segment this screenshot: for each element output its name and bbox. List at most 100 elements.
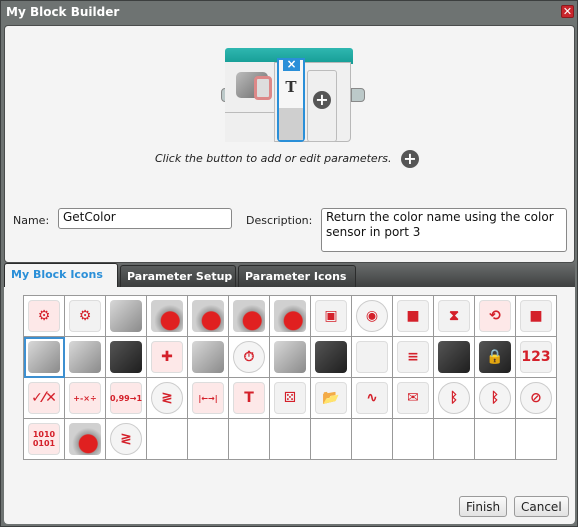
name-input[interactable]: GetColor (58, 208, 232, 229)
icon-cell[interactable]: ᛒ (475, 378, 516, 419)
icon-cell[interactable] (188, 296, 229, 337)
array-icon: 123 (520, 341, 552, 373)
block-preview-panel: × T + Click the button to add or edit pa… (4, 25, 575, 263)
description-input[interactable]: Return the color name using the color se… (321, 208, 567, 252)
display-icon: ▣ (315, 300, 347, 332)
close-icon[interactable]: ✕ (561, 5, 574, 18)
icon-cell[interactable]: ⚙ (24, 296, 65, 337)
icon-cell[interactable]: 123 (516, 337, 557, 378)
icon-cell[interactable] (270, 296, 311, 337)
icon-cell[interactable]: 1010 0101 (24, 419, 65, 460)
icon-cell[interactable]: ⚙ (65, 296, 106, 337)
icon-cell[interactable] (311, 337, 352, 378)
brick-buttons-icon: ■ (397, 300, 429, 332)
icon-cell[interactable]: ✚ (147, 337, 188, 378)
icon-cell[interactable] (188, 337, 229, 378)
dialog-title: My Block Builder (6, 5, 120, 19)
icon-cell[interactable]: ▣ (311, 296, 352, 337)
icon-cell[interactable] (65, 419, 106, 460)
add-parameter-icon[interactable]: + (313, 91, 331, 109)
logic-operations-icon: ✓⁄✕ (28, 382, 60, 414)
raw-sensor-value-icon: 1010 0101 (28, 423, 60, 455)
icon-cell[interactable]: 0,99→1 (106, 378, 147, 419)
icon-cell[interactable]: ■ (516, 296, 557, 337)
remove-parameter-icon[interactable]: × (283, 58, 300, 71)
empty-icon-cell (229, 419, 270, 460)
title-bar[interactable]: My Block Builder ✕ (1, 1, 577, 25)
finish-button[interactable]: Finish (459, 496, 508, 517)
infrared-beacon-icon: ✚ (151, 341, 183, 373)
brain-gray-icon: ⚙ (69, 300, 101, 332)
icon-cell[interactable]: ⏱ (229, 337, 270, 378)
icon-cell[interactable]: ∿ (352, 378, 393, 419)
icon-cell[interactable] (24, 337, 65, 378)
icon-grid: ⚙ ⚙ ▣ ◉ ■ ⧗ ⟲ ■ ✚ ⏱ ≡ 🔒 123 ✓⁄✕ +-×÷ 0,99→1 ≷ |←→| T ⚄ 📂 ∿ ✉ ᛒ ᛒ… (23, 295, 557, 460)
icon-cell[interactable]: 🔒 (475, 337, 516, 378)
color-sensor-icon (236, 72, 272, 100)
random-icon: ⚄ (274, 382, 306, 414)
timer-icon: ⏱ (233, 341, 265, 373)
icon-cell[interactable]: T (229, 378, 270, 419)
cancel-button[interactable]: Cancel (514, 496, 569, 517)
icon-cell[interactable]: ◉ (352, 296, 393, 337)
medium-motor-icon (110, 300, 142, 332)
icon-cell[interactable] (434, 337, 475, 378)
icon-cell[interactable] (106, 337, 147, 378)
icon-cell[interactable]: ᛒ (434, 378, 475, 419)
range-icon: |←→| (192, 382, 224, 414)
icon-cell[interactable]: ✓⁄✕ (24, 378, 65, 419)
icon-cell[interactable]: ≷ (147, 378, 188, 419)
icon-cell[interactable]: 📂 (311, 378, 352, 419)
icon-cell[interactable] (65, 337, 106, 378)
locked-briefcase-icon: 🔒 (479, 341, 511, 373)
icon-cell[interactable]: ⧗ (434, 296, 475, 337)
bluetooth-icon: ᛒ (438, 382, 470, 414)
icon-cell[interactable]: ⟲ (475, 296, 516, 337)
my-block-builder-dialog: My Block Builder ✕ × T + Click the butto… (0, 0, 578, 527)
tab-parameter-setup[interactable]: Parameter Setup (120, 265, 236, 287)
icon-cell[interactable]: +-×÷ (65, 378, 106, 419)
tab-parameter-icons[interactable]: Parameter Icons (238, 265, 356, 287)
icon-cell[interactable]: ✉ (393, 378, 434, 419)
file-access-icon: ≡ (397, 341, 429, 373)
my-block-preview: × T + (221, 48, 365, 142)
icon-cell[interactable] (270, 337, 311, 378)
icon-cell[interactable] (229, 296, 270, 337)
briefcase-icon (438, 341, 470, 373)
wait-hourglass-icon: ⧗ (438, 300, 470, 332)
bluetooth-settings-icon: ᛒ (479, 382, 511, 414)
gyro-sensor-icon (274, 341, 306, 373)
tab-bar: My Block Icons Parameter Setup Parameter… (4, 263, 575, 287)
math-icon: +-×÷ (69, 382, 101, 414)
ultrasonic-sensor-icon (315, 341, 347, 373)
text-parameter-icon: T (285, 78, 297, 96)
icon-cell[interactable]: |←→| (188, 378, 229, 419)
icon-cell[interactable]: ≡ (393, 337, 434, 378)
icon-cell[interactable]: ⊘ (516, 378, 557, 419)
add-parameter-slot[interactable]: + (307, 70, 337, 142)
icon-cell[interactable] (106, 296, 147, 337)
empty-icon-cell (188, 419, 229, 460)
infrared-sensor-icon (110, 341, 142, 373)
add-parameter-button[interactable]: + (401, 150, 419, 168)
tab-my-block-icons[interactable]: My Block Icons (4, 263, 118, 287)
parameter-slot[interactable]: × T (277, 58, 305, 142)
icon-cell[interactable] (352, 337, 393, 378)
divider (225, 112, 275, 113)
icon-cell[interactable] (147, 296, 188, 337)
brick-button-sensor-icon: ■ (520, 300, 552, 332)
description-label: Description: (246, 214, 313, 227)
text-icon: T (233, 382, 265, 414)
icon-cell[interactable]: ≷ (106, 419, 147, 460)
parameter-plug (279, 108, 303, 140)
compare-icon: ≷ (151, 382, 183, 414)
empty-icon-cell (393, 419, 434, 460)
keep-awake-icon: ⊘ (520, 382, 552, 414)
icon-cell[interactable]: ⚄ (270, 378, 311, 419)
steering-wheel-motor-icon (233, 300, 265, 332)
name-label: Name: (13, 214, 50, 227)
sequence-out-connector (351, 88, 365, 102)
icon-cell[interactable]: ■ (393, 296, 434, 337)
hint-text: Click the button to add or edit paramete… (155, 152, 392, 165)
compare-alt-icon: ≷ (110, 423, 142, 455)
